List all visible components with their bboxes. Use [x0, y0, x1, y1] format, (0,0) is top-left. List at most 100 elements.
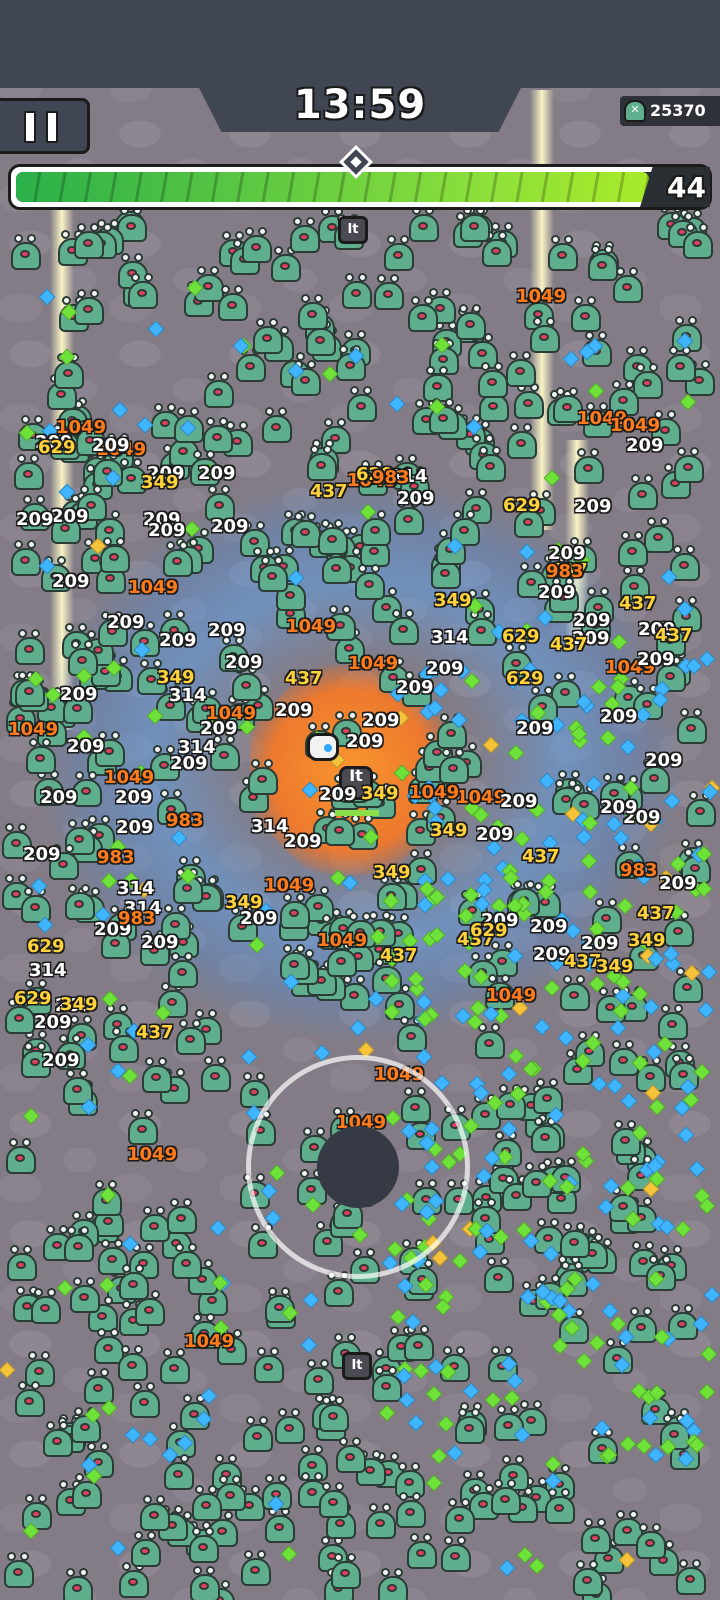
damage-number: 209: [200, 718, 238, 739]
xp-fill: [16, 172, 649, 202]
top-bar: [0, 0, 720, 88]
damage-number: 437: [619, 593, 657, 614]
damage-number: 437: [637, 903, 675, 924]
damage-number: 1049: [610, 415, 661, 436]
damage-number: 209: [319, 784, 357, 805]
damage-number: 1049: [317, 930, 368, 951]
damage-number: 209: [51, 506, 89, 527]
damage-numbers-layer: 1049 1049 1049 1049 1049 1049 1049 1049 1049 1049…: [0, 0, 720, 1600]
damage-number: 349: [141, 472, 179, 493]
joystick-knob[interactable]: [317, 1126, 399, 1208]
damage-number: 349: [60, 994, 98, 1015]
damage-number: 1049: [409, 782, 460, 803]
damage-number: 209: [34, 1012, 72, 1033]
damage-number: 209: [397, 488, 435, 509]
damage-number: 983: [372, 467, 410, 488]
damage-number: 209: [538, 582, 576, 603]
damage-number: 629: [503, 495, 541, 516]
damage-number: 437: [380, 945, 418, 966]
damage-number: 209: [225, 652, 263, 673]
damage-number: 1049: [104, 767, 155, 788]
damage-number: 1049: [348, 653, 399, 674]
damage-number: 437: [310, 481, 348, 502]
damage-number: 983: [166, 810, 204, 831]
damage-number: 349: [596, 956, 634, 977]
damage-number: 349: [430, 820, 468, 841]
damage-number: 209: [573, 610, 611, 631]
damage-number: 629: [506, 668, 544, 689]
damage-number: 349: [225, 892, 263, 913]
damage-number: 983: [620, 860, 658, 881]
damage-number: 209: [396, 677, 434, 698]
damage-number: 314: [169, 685, 207, 706]
damage-number: 1049: [486, 985, 537, 1006]
virtual-joystick[interactable]: [246, 1055, 470, 1279]
damage-number: 1049: [127, 1144, 178, 1165]
damage-number: 983: [546, 561, 584, 582]
damage-number: 314: [117, 878, 155, 899]
damage-number: 437: [136, 1022, 174, 1043]
game-timer: 13:59: [293, 82, 427, 128]
pause-button[interactable]: [0, 98, 90, 154]
damage-number: 209: [626, 435, 664, 456]
damage-number: 1049: [8, 719, 59, 740]
damage-number: 437: [655, 625, 693, 646]
damage-number: 983: [97, 847, 135, 868]
damage-number: 1049: [264, 875, 315, 896]
damage-number: 314: [431, 627, 469, 648]
damage-number: 209: [107, 612, 145, 633]
kill-counter: ✕ 25370: [620, 96, 720, 126]
damage-number: 349: [361, 783, 399, 804]
damage-number: 437: [550, 634, 588, 655]
damage-number: 209: [362, 710, 400, 731]
damage-number: 209: [116, 817, 154, 838]
skull-slime-icon: ✕: [624, 100, 646, 122]
damage-number: 209: [516, 718, 554, 739]
damage-number: 209: [600, 706, 638, 727]
damage-number: 1049: [128, 577, 179, 598]
damage-number: 209: [530, 916, 568, 937]
damage-number: 314: [29, 960, 67, 981]
damage-number: 209: [40, 787, 78, 808]
damage-number: 629: [38, 437, 76, 458]
damage-number: 209: [92, 435, 130, 456]
pause-icon: [46, 111, 58, 143]
damage-number: 209: [346, 731, 384, 752]
damage-number: 209: [211, 516, 249, 537]
damage-number: 437: [285, 668, 323, 689]
damage-number: 437: [522, 846, 560, 867]
damage-number: 349: [373, 862, 411, 883]
damage-number: 209: [159, 630, 197, 651]
pause-icon: [24, 111, 36, 143]
damage-number: 209: [645, 750, 683, 771]
damage-number: 1049: [456, 787, 507, 808]
damage-number: 314: [251, 816, 289, 837]
damage-number: 314: [178, 737, 216, 758]
damage-number: 209: [284, 831, 322, 852]
damage-number: 209: [23, 844, 61, 865]
damage-number: 209: [574, 496, 612, 517]
damage-number: 209: [600, 797, 638, 818]
damage-number: 209: [500, 791, 538, 812]
kill-count: 25370: [650, 101, 706, 120]
damage-number: 209: [198, 463, 236, 484]
xp-track: [16, 172, 704, 202]
damage-number: 209: [16, 509, 54, 530]
damage-number: 209: [52, 571, 90, 592]
damage-number: 1049: [286, 616, 337, 637]
damage-number: 209: [275, 700, 313, 721]
damage-number: 1049: [184, 1331, 235, 1352]
damage-number: 209: [426, 658, 464, 679]
damage-number: 349: [628, 930, 666, 951]
damage-number: 209: [67, 736, 105, 757]
damage-number: 349: [434, 590, 472, 611]
damage-number: 209: [659, 873, 697, 894]
damage-number: 209: [115, 787, 153, 808]
damage-number: 629: [502, 626, 540, 647]
damage-number: 983: [118, 908, 156, 929]
game-arena[interactable]: It It It 1049 1049 1049 1049 1049 1049 1049 104…: [0, 0, 720, 1600]
damage-number: 209: [637, 649, 675, 670]
damage-number: 629: [27, 936, 65, 957]
damage-number: 209: [60, 684, 98, 705]
damage-number: 629: [470, 920, 508, 941]
